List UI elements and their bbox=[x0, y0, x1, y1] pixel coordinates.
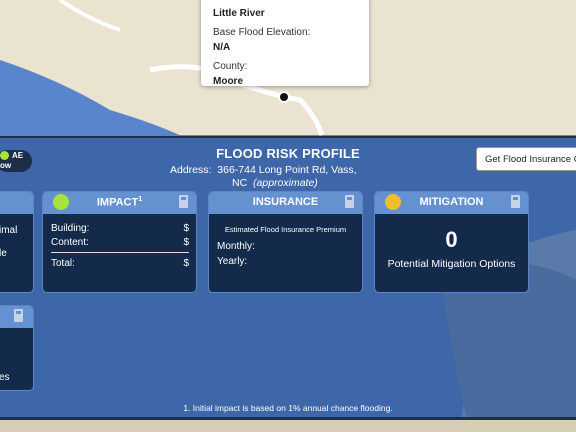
insurance-card[interactable]: INSURANCE Estimated Flood Insurance Prem… bbox=[208, 191, 363, 293]
yearly-label: Yearly: bbox=[217, 256, 248, 267]
partial-card-left-bottom[interactable]: es bbox=[0, 305, 34, 391]
impact-footnote: 1. Initial impact is based on 1% annual … bbox=[183, 403, 393, 413]
calculator-icon[interactable] bbox=[511, 195, 520, 208]
impact-card-header: IMPACT1 bbox=[43, 192, 196, 214]
address-block: Address: 366-744 Long Point Rd, Vass, NC… bbox=[170, 164, 410, 190]
status-indicator-icon bbox=[385, 194, 401, 210]
impact-footnote-marker: 1 bbox=[138, 196, 143, 203]
impact-card[interactable]: IMPACT1 Building: $ Content: $ Total: $ bbox=[42, 191, 197, 293]
impact-title: IMPACT bbox=[96, 196, 139, 209]
bfe-label: Base Flood Elevation: bbox=[213, 27, 311, 38]
bfe-value: N/A bbox=[213, 42, 231, 53]
insurance-card-header: INSURANCE bbox=[209, 192, 362, 214]
calculator-icon[interactable] bbox=[345, 195, 354, 208]
total-row: Total: $ bbox=[51, 258, 189, 269]
building-label: Building: bbox=[51, 223, 90, 234]
address-label: Address: bbox=[170, 164, 212, 176]
content-value: $ bbox=[183, 237, 189, 248]
get-insurance-quote-button[interactable]: Get Flood Insurance Quote bbox=[476, 147, 576, 171]
insurance-title: INSURANCE bbox=[252, 196, 319, 208]
building-value: $ bbox=[183, 223, 189, 234]
mitigation-card-header: MITIGATION bbox=[375, 192, 528, 214]
monthly-label: Monthly: bbox=[217, 241, 255, 252]
mitigation-title: MITIGATION bbox=[419, 196, 484, 208]
toggle-label-bottom: ow bbox=[0, 161, 12, 170]
total-value: $ bbox=[183, 258, 189, 269]
content-label: Content: bbox=[51, 237, 89, 248]
partial-card-text: es bbox=[0, 372, 10, 383]
status-indicator-icon bbox=[53, 194, 69, 210]
partial-card-text: imal bbox=[0, 225, 18, 236]
calculator-icon[interactable] bbox=[179, 195, 188, 208]
partial-card-left-top[interactable]: imal le bbox=[0, 191, 34, 293]
partial-card-header bbox=[0, 192, 33, 214]
building-row: Building: $ bbox=[51, 223, 189, 234]
popup-title: Little River bbox=[213, 8, 265, 19]
mitigation-label: Potential Mitigation Options bbox=[387, 258, 516, 270]
partial-card-text: le bbox=[0, 248, 7, 259]
address-note: (approximate) bbox=[253, 177, 318, 189]
address-line2: NC bbox=[232, 177, 248, 189]
county-label: County: bbox=[213, 61, 248, 72]
partial-card-header bbox=[0, 306, 33, 328]
mitigation-count: 0 bbox=[445, 227, 458, 252]
total-label: Total: bbox=[51, 258, 75, 269]
content-row: Content: $ bbox=[51, 237, 189, 248]
premium-label: Estimated Flood Insurance Premium bbox=[224, 225, 347, 234]
divider bbox=[51, 252, 189, 253]
county-value: Moore bbox=[213, 76, 243, 87]
mitigation-card[interactable]: MITIGATION 0 Potential Mitigation Option… bbox=[374, 191, 529, 293]
address-line1: 366-744 Long Point Rd, Vass, bbox=[217, 164, 357, 176]
location-popup: Little River Base Flood Elevation: N/A C… bbox=[201, 0, 369, 87]
calculator-icon[interactable] bbox=[14, 309, 23, 322]
location-marker[interactable] bbox=[278, 91, 290, 103]
